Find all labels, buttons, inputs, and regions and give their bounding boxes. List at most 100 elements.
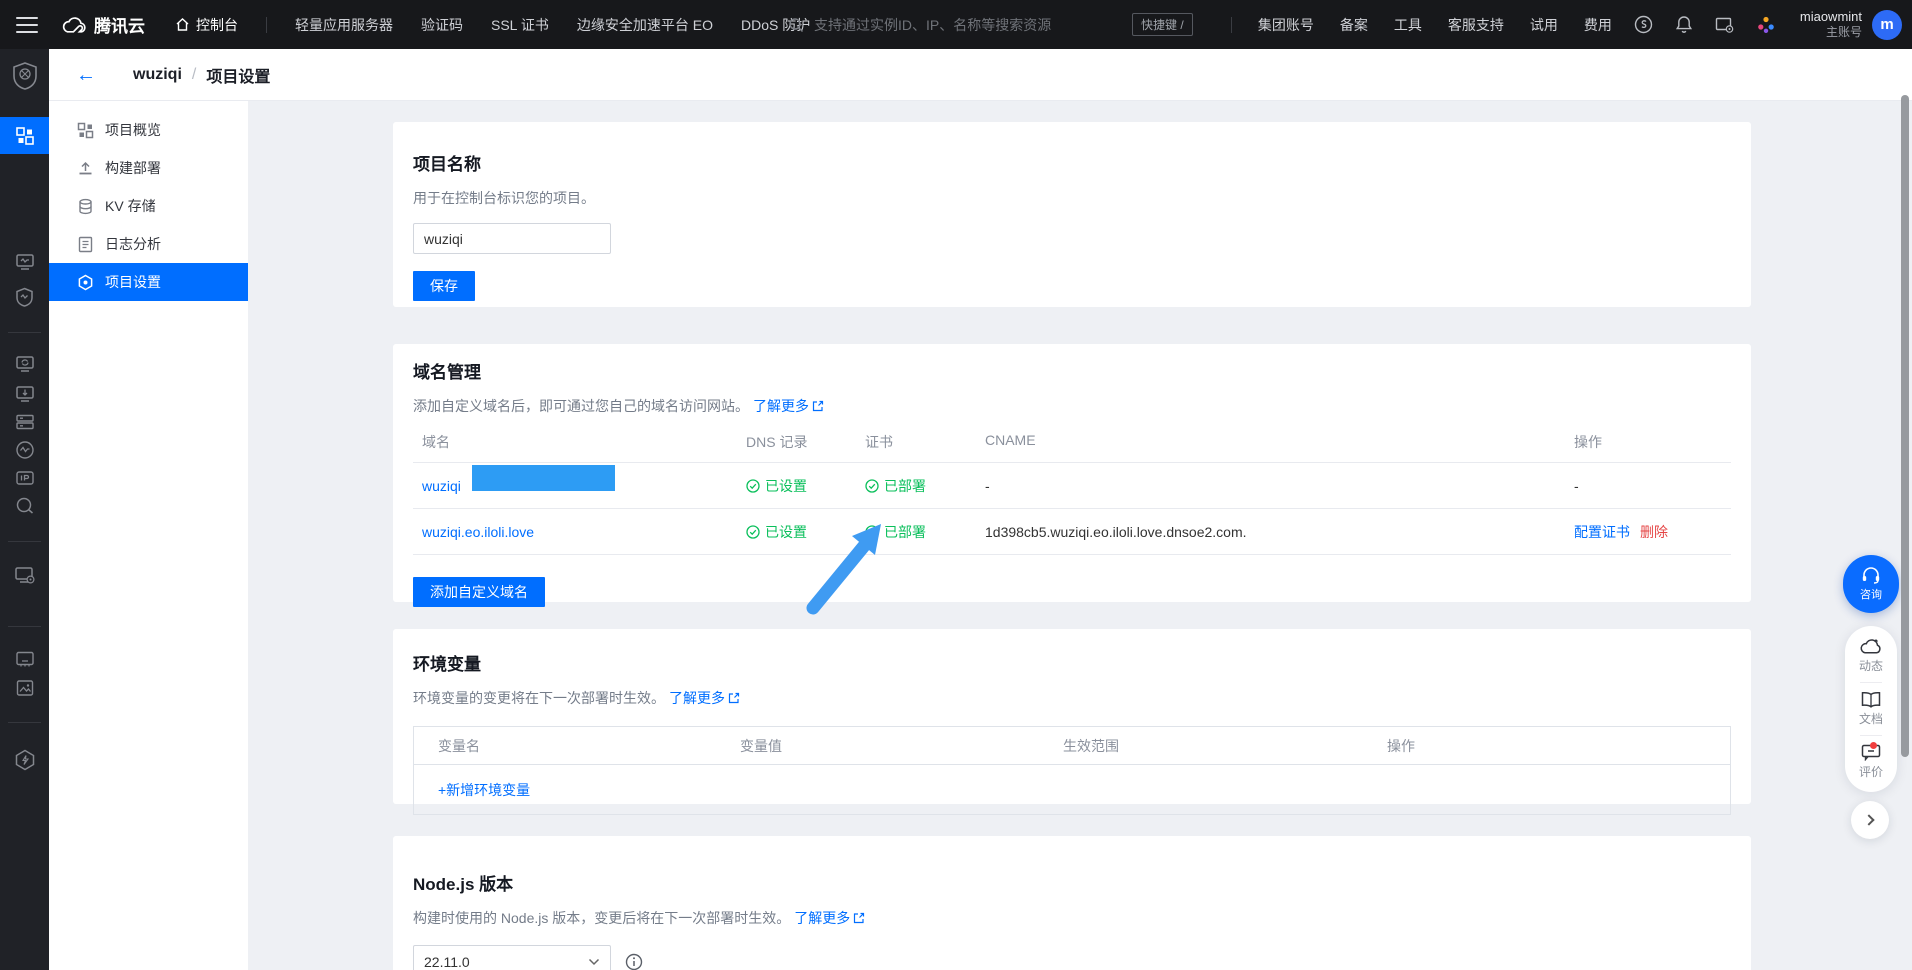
float-toolbar: 动态 文档 评价 (1845, 626, 1897, 792)
rail-monitor-gear-icon[interactable] (0, 565, 49, 587)
check-circle-icon (865, 524, 879, 539)
rail-image-icon[interactable] (0, 678, 49, 698)
nodejs-version-card: Node.js 版本 构建时使用的 Node.js 版本，变更后将在下一次部署时… (393, 836, 1751, 970)
top-navbar: 腾讯云 控制台 轻量应用服务器 验证码 SSL 证书 边缘安全加速平台 EO D… (0, 0, 1912, 49)
cname-value: 1d398cb5.wuziqi.eo.iloli.love.dnsoe2.com… (985, 523, 1247, 540)
nav-billing[interactable]: 费用 (1584, 15, 1612, 35)
consult-button[interactable]: 咨询 (1843, 555, 1899, 613)
info-icon[interactable] (625, 953, 643, 970)
nav-edgeone[interactable]: 边缘安全加速平台 EO (577, 15, 713, 35)
global-search-input[interactable]: 支持通过实例ID、IP、名称等搜索资源 快捷键 / (788, 0, 1193, 49)
learn-more-link[interactable]: 了解更多 (794, 908, 865, 928)
add-env-var-link[interactable]: +新增环境变量 (438, 782, 530, 798)
rail-divider (8, 541, 41, 542)
hamburger-menu-icon[interactable] (16, 16, 38, 33)
chevron-down-icon (588, 958, 600, 966)
promo-icon[interactable] (1634, 15, 1653, 34)
breadcrumb-project[interactable]: wuziqi (133, 66, 182, 84)
sidebar-item-overview[interactable]: 项目概览 (49, 111, 248, 149)
cloud-activity-icon (1860, 639, 1881, 654)
app-window: 腾讯云 控制台 轻量应用服务器 验证码 SSL 证书 边缘安全加速平台 EO D… (0, 0, 1912, 970)
sidebar-item-project-settings[interactable]: 项目设置 (49, 263, 248, 301)
rail-download-accel-icon[interactable] (0, 384, 49, 404)
docs-button[interactable]: 文档 (1859, 686, 1883, 732)
nav-trial[interactable]: 试用 (1530, 15, 1558, 35)
card-title: Node.js 版本 (413, 875, 514, 894)
env-vars-card: 环境变量 环境变量的变更将在下一次部署时生效。 了解更多 变量名 变量值 生效范… (393, 629, 1751, 815)
domain-link[interactable]: wuziqi.eo.iloli.love (422, 524, 534, 540)
nav-lighthouse[interactable]: 轻量应用服务器 (295, 15, 393, 35)
rail-browser-icon[interactable] (0, 649, 49, 669)
domain-management-card: 域名管理 添加自定义域名后，即可通过您自己的域名访问网站。 了解更多 域名 DN… (393, 344, 1751, 607)
navbar-right: 集团账号 备案 工具 客服支持 试用 费用 miaowmint 主账号 m (1205, 0, 1902, 49)
rail-divider (8, 722, 41, 723)
redaction-overlay (472, 464, 615, 491)
lab-colorful-icon[interactable] (1756, 15, 1776, 35)
nav-captcha[interactable]: 验证码 (421, 15, 463, 35)
nav-support[interactable]: 客服支持 (1448, 15, 1504, 35)
edgeone-shield-logo-icon[interactable] (0, 61, 49, 91)
tencent-cloud-logo[interactable]: 腾讯云 (62, 12, 145, 37)
check-circle-icon (865, 478, 879, 493)
open-book-icon (1861, 691, 1881, 708)
feedback-button[interactable]: 评价 (1859, 739, 1883, 785)
domain-table-row: wuziqi.eo.iloli.love 已设置 已部署 1d398cb5.wu… (413, 509, 1731, 555)
nav-console[interactable]: 控制台 (175, 15, 238, 35)
page-title: 项目设置 (206, 68, 271, 86)
rail-search-icon[interactable] (0, 496, 49, 516)
cloud-logo-icon (62, 16, 86, 34)
document-icon (77, 236, 94, 253)
domain-table-header: 域名 DNS 记录 证书 CNAME 操作 (413, 432, 1731, 463)
delete-domain-link[interactable]: 删除 (1640, 522, 1668, 542)
save-button[interactable]: 保存 (413, 271, 475, 301)
avatar[interactable]: m (1872, 9, 1902, 40)
learn-more-link[interactable]: 了解更多 (753, 396, 824, 416)
chevron-right-icon (1862, 814, 1875, 826)
card-description: 用于在控制台标识您的项目。 (413, 190, 595, 206)
nav-icp[interactable]: 备案 (1340, 15, 1368, 35)
breadcrumb: wuziqi / 项目设置 (133, 63, 270, 87)
notification-dot (1870, 742, 1877, 749)
sidebar-item-kv-storage[interactable]: KV 存储 (49, 187, 248, 225)
domain-table: 域名 DNS 记录 证书 CNAME 操作 wuziqi 已设置 已部署 - -… (413, 432, 1731, 555)
rail-shield-pulse-icon[interactable] (0, 287, 49, 307)
project-name-input[interactable] (413, 223, 611, 254)
rail-hexagon-bolt-icon[interactable] (0, 749, 49, 771)
settings-icon (77, 274, 94, 291)
page-scrollbar-thumb[interactable] (1901, 95, 1909, 757)
nav-divider (1230, 16, 1232, 33)
notifications-bell-icon[interactable] (1675, 15, 1693, 34)
dns-status: 已设置 (746, 522, 807, 542)
rail-server-icon[interactable] (0, 412, 49, 432)
nav-ssl[interactable]: SSL 证书 (491, 15, 549, 35)
nav-tools[interactable]: 工具 (1394, 15, 1422, 35)
rail-ip-icon[interactable] (0, 468, 49, 488)
card-description: 构建时使用的 Node.js 版本，变更后将在下一次部署时生效。 了解更多 (413, 908, 1731, 928)
left-icon-rail (0, 49, 49, 970)
env-table-empty-row: +新增环境变量 (414, 765, 1730, 814)
domain-link[interactable]: wuziqi (422, 478, 461, 494)
project-name-card: 项目名称 用于在控制台标识您的项目。 保存 (393, 122, 1751, 307)
project-sidebar: 项目概览 构建部署 KV 存储 日志分析 项目设置 (49, 101, 248, 970)
rail-traffic-icon[interactable] (0, 440, 49, 460)
nav-group-account[interactable]: 集团账号 (1258, 15, 1314, 35)
sidebar-item-build-deploy[interactable]: 构建部署 (49, 149, 248, 187)
node-version-select[interactable]: 22.11.0 (413, 945, 611, 970)
add-custom-domain-button[interactable]: 添加自定义域名 (413, 577, 545, 607)
rail-divider (8, 626, 41, 627)
domain-table-row: wuziqi 已设置 已部署 - - (413, 463, 1731, 509)
back-arrow-button[interactable]: ← (76, 65, 96, 85)
rail-site-accel-icon[interactable] (0, 354, 49, 374)
sidebar-item-log-analysis[interactable]: 日志分析 (49, 225, 248, 263)
user-menu[interactable]: miaowmint 主账号 (1800, 9, 1862, 40)
learn-more-link[interactable]: 了解更多 (669, 688, 740, 708)
cert-status: 已部署 (865, 476, 926, 496)
rail-monitor-pulse-icon[interactable] (0, 252, 49, 272)
rail-active-dashboard[interactable] (0, 117, 49, 154)
configure-cert-link[interactable]: 配置证书 (1574, 522, 1630, 542)
news-button[interactable]: 动态 (1859, 633, 1883, 679)
console-settings-icon[interactable] (1715, 16, 1734, 34)
collapse-toolbar-button[interactable] (1851, 801, 1889, 839)
check-circle-icon (746, 524, 760, 539)
rail-divider (8, 332, 41, 333)
